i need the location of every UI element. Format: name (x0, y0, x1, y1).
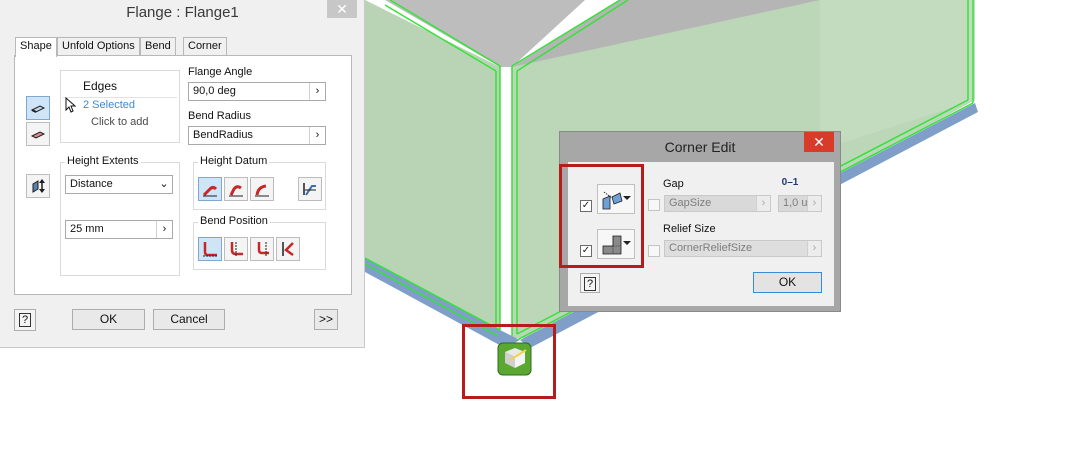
height-extents-group: Height Extents Distance ⌄ 25 mm › (60, 155, 180, 276)
bend-position-inside-button[interactable] (198, 237, 222, 261)
datum-tangent-button[interactable] (250, 177, 274, 201)
close-button[interactable]: ✕ (327, 0, 357, 18)
chevron-down-icon[interactable]: ⌄ (156, 176, 172, 193)
corner-glyph-highlight (462, 324, 556, 399)
flange-angle-label: Flange Angle (188, 66, 253, 78)
edge-icon (30, 105, 46, 113)
bend-radius-value: BendRadius (193, 129, 253, 141)
bend-radius-input[interactable]: BendRadius › (188, 126, 326, 145)
gap-type-icon: 0–1 (778, 175, 802, 191)
flip-direction-icon (32, 179, 45, 193)
bend-position-label: Bend Position (198, 215, 270, 227)
height-datum-label: Height Datum (198, 155, 270, 167)
bend-position-tangent-button[interactable] (276, 237, 300, 261)
relief-size-label: Relief Size (663, 223, 716, 235)
gap-input[interactable]: GapSize › (664, 195, 771, 212)
edges-click-to-add: Click to add (91, 116, 149, 128)
corner-ok-button[interactable]: OK (753, 272, 822, 293)
chevron-right-icon[interactable]: › (309, 127, 325, 144)
datum-inner-button[interactable] (224, 177, 248, 201)
mouse-cursor-icon (65, 97, 77, 113)
gap-label: Gap (663, 178, 684, 190)
chevron-right-icon[interactable]: › (756, 196, 770, 211)
corner-edit-close-button[interactable]: ✕ (804, 132, 834, 152)
datum-tangent-icon (255, 184, 269, 197)
chevron-right-icon[interactable]: › (807, 196, 821, 211)
relief-size-value: CornerReliefSize (669, 242, 753, 254)
bend-middle-icon (230, 242, 243, 256)
gap-secondary-input[interactable]: 1,0 u › (778, 195, 822, 212)
align-parallel-icon (303, 183, 316, 196)
bend-inside-icon (203, 242, 217, 257)
flange-dialog: Flange : Flange1 ✕ Shape Unfold Options … (0, 0, 365, 348)
chevron-right-icon[interactable]: › (309, 83, 325, 100)
dialog-title: Flange : Flange1 (126, 4, 239, 21)
datum-outer-icon (202, 186, 218, 197)
flip-direction-button[interactable] (26, 174, 50, 198)
ok-button[interactable]: OK (72, 309, 145, 330)
loop-icon (30, 131, 46, 139)
help-icon: ? (19, 313, 31, 327)
corner-options-highlight (559, 164, 644, 268)
edges-header: Edges (83, 79, 118, 93)
help-icon: ? (584, 277, 596, 291)
tab-bend[interactable]: Bend (140, 37, 176, 56)
gap-value: GapSize (669, 197, 712, 209)
tab-shape[interactable]: Shape (15, 37, 57, 57)
datum-align-button[interactable] (298, 177, 322, 201)
gap-checkbox[interactable] (648, 199, 660, 211)
bend-outside-icon (257, 242, 269, 256)
gap-type-label: 0–1 (781, 177, 799, 188)
datum-outer-button[interactable] (198, 177, 222, 201)
height-extents-select[interactable]: Distance ⌄ (65, 175, 173, 194)
bend-position-group: Bend Position (193, 215, 326, 270)
tab-corner[interactable]: Corner (183, 37, 227, 56)
height-datum-group: Height Datum (193, 155, 326, 210)
bend-radius-label: Bend Radius (188, 110, 251, 122)
gap-secondary-value: 1,0 u (783, 197, 808, 209)
flange-angle-value: 90,0 deg (193, 85, 236, 97)
edge-select-button[interactable] (26, 96, 50, 120)
help-button[interactable]: ? (14, 309, 36, 331)
bend-position-outside-button[interactable] (250, 237, 274, 261)
distance-value: 25 mm (70, 223, 104, 235)
bend-position-middle-button[interactable] (224, 237, 248, 261)
bend-tangent-icon (282, 242, 294, 257)
corner-help-button[interactable]: ? (580, 273, 600, 293)
tab-unfold-options[interactable]: Unfold Options (57, 37, 140, 56)
edges-selected-count: 2 Selected (83, 99, 135, 111)
chevron-right-icon[interactable]: › (807, 241, 821, 256)
height-extents-label: Height Extents (65, 155, 141, 167)
cancel-button[interactable]: Cancel (153, 309, 225, 330)
flange-angle-input[interactable]: 90,0 deg › (188, 82, 326, 101)
contour-select-button[interactable] (26, 122, 50, 146)
height-extents-selected: Distance (70, 178, 113, 190)
shape-tab-panel: Edges 2 Selected Click to add Flange Ang… (14, 55, 352, 295)
edges-selector[interactable]: Edges 2 Selected Click to add (60, 70, 180, 143)
distance-input[interactable]: 25 mm › (65, 220, 173, 239)
datum-inner-icon (229, 185, 243, 197)
relief-size-checkbox[interactable] (648, 245, 660, 257)
chevron-right-icon[interactable]: › (156, 221, 172, 238)
corner-edit-title: Corner Edit (664, 139, 736, 155)
relief-size-input[interactable]: CornerReliefSize › (664, 240, 822, 257)
more-options-button[interactable]: >> (314, 309, 338, 330)
